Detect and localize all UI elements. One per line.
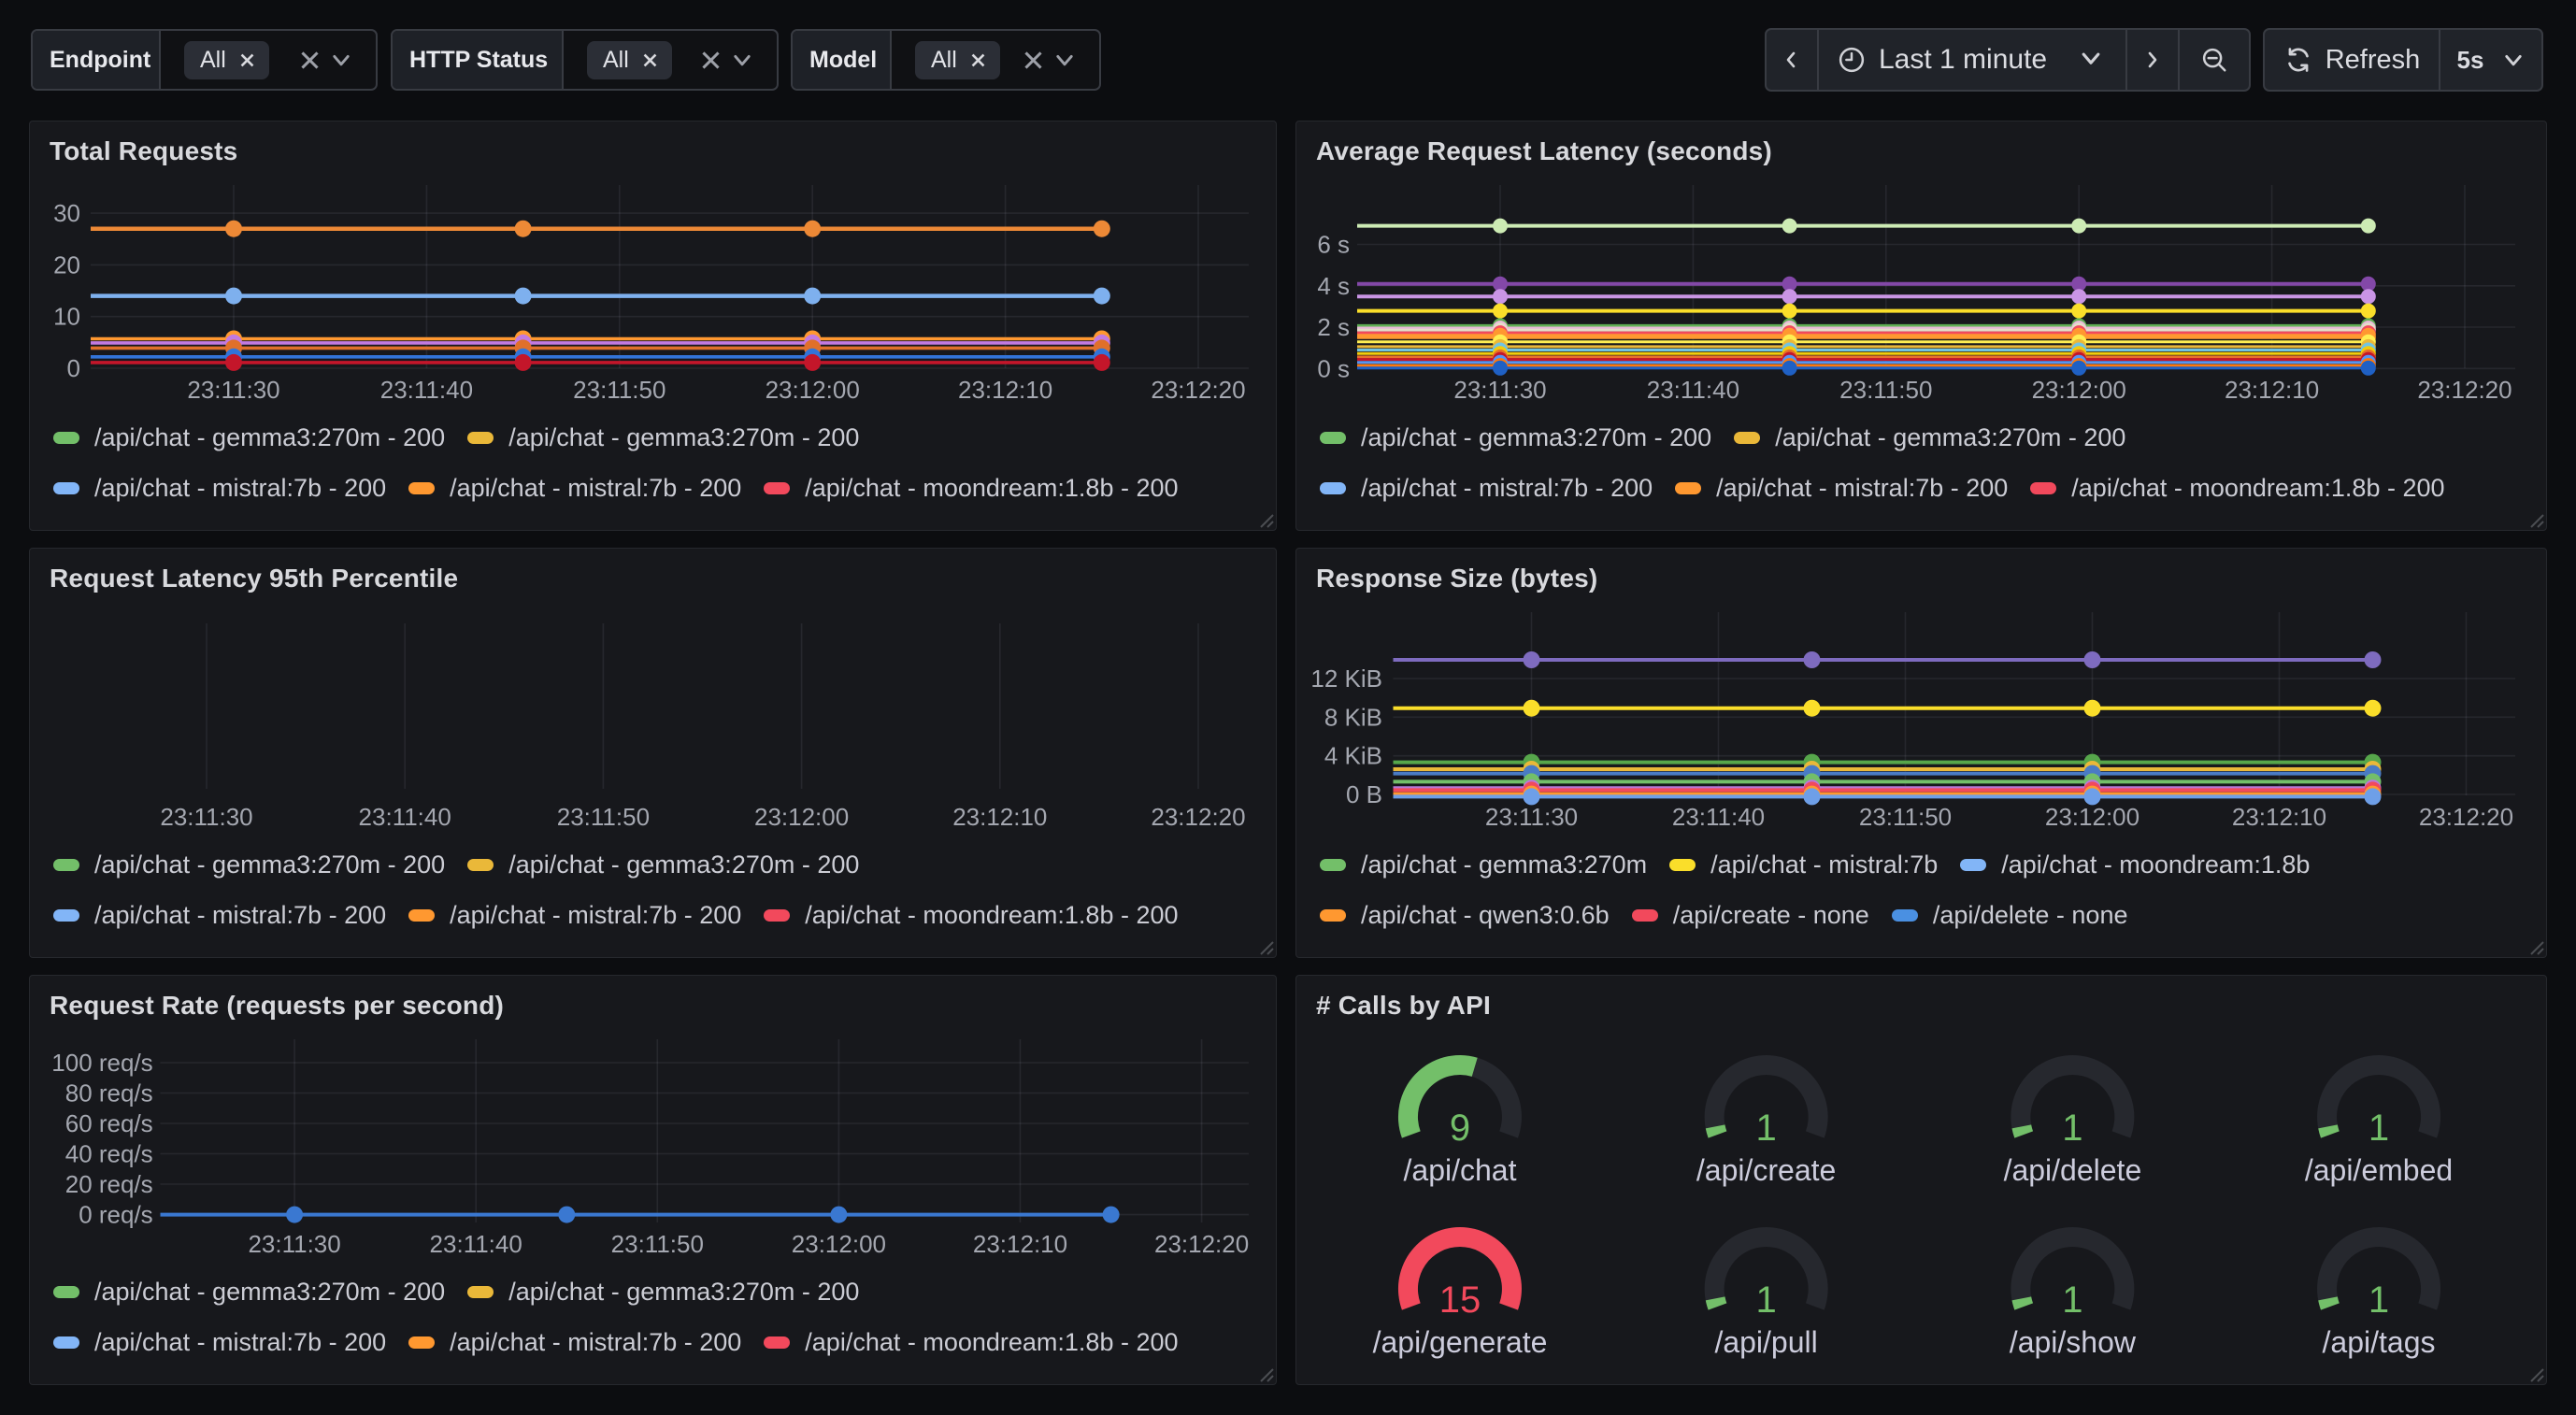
svg-text:1: 1 bbox=[2062, 1108, 2082, 1149]
svg-text:0 s: 0 s bbox=[1317, 354, 1350, 382]
svg-text:/api/generate: /api/generate bbox=[1373, 1325, 1548, 1359]
svg-text:23:12:20: 23:12:20 bbox=[1151, 376, 1245, 404]
svg-text:/api/pull: /api/pull bbox=[1714, 1325, 1817, 1359]
svg-text:23:12:10: 23:12:10 bbox=[2225, 376, 2319, 404]
svg-text:23:12:00: 23:12:00 bbox=[792, 1230, 886, 1258]
svg-text:23:12:10: 23:12:10 bbox=[958, 376, 1052, 404]
svg-text:23:11:50: 23:11:50 bbox=[1859, 803, 1952, 831]
svg-text:23:12:20: 23:12:20 bbox=[2419, 803, 2513, 831]
svg-text:60 req/s: 60 req/s bbox=[65, 1109, 153, 1137]
svg-text:23:12:00: 23:12:00 bbox=[2045, 803, 2140, 831]
svg-text:20: 20 bbox=[53, 250, 80, 279]
svg-text:12 KiB: 12 KiB bbox=[1310, 665, 1382, 693]
svg-text:9: 9 bbox=[1450, 1108, 1470, 1149]
svg-text:23:11:40: 23:11:40 bbox=[430, 1230, 522, 1258]
svg-text:23:12:10: 23:12:10 bbox=[973, 1230, 1067, 1258]
svg-text:23:11:40: 23:11:40 bbox=[1672, 803, 1765, 831]
svg-text:23:12:00: 23:12:00 bbox=[2032, 376, 2126, 404]
svg-text:/api/create: /api/create bbox=[1696, 1153, 1836, 1187]
svg-text:23:12:00: 23:12:00 bbox=[754, 803, 849, 831]
svg-text:/api/delete: /api/delete bbox=[2004, 1153, 2142, 1187]
svg-text:23:11:40: 23:11:40 bbox=[380, 376, 473, 404]
svg-text:100 req/s: 100 req/s bbox=[51, 1049, 152, 1077]
svg-text:23:11:50: 23:11:50 bbox=[573, 376, 665, 404]
svg-text:30: 30 bbox=[53, 199, 80, 227]
svg-text:23:11:30: 23:11:30 bbox=[1453, 376, 1546, 404]
svg-text:4 s: 4 s bbox=[1317, 272, 1350, 300]
svg-text:/api/embed: /api/embed bbox=[2305, 1153, 2453, 1187]
svg-text:23:11:30: 23:11:30 bbox=[248, 1230, 340, 1258]
svg-text:23:11:50: 23:11:50 bbox=[611, 1230, 704, 1258]
svg-text:0: 0 bbox=[67, 354, 80, 382]
svg-text:20 req/s: 20 req/s bbox=[65, 1170, 153, 1198]
svg-text:1: 1 bbox=[2062, 1279, 2082, 1321]
svg-text:1: 1 bbox=[2368, 1279, 2389, 1321]
svg-text:23:12:10: 23:12:10 bbox=[2232, 803, 2326, 831]
svg-text:80 req/s: 80 req/s bbox=[65, 1079, 153, 1108]
svg-text:23:11:30: 23:11:30 bbox=[160, 803, 252, 831]
svg-text:23:11:30: 23:11:30 bbox=[187, 376, 279, 404]
svg-text:6 s: 6 s bbox=[1317, 231, 1350, 259]
svg-text:23:11:50: 23:11:50 bbox=[1839, 376, 1932, 404]
svg-text:23:11:30: 23:11:30 bbox=[1485, 803, 1578, 831]
svg-text:1: 1 bbox=[1755, 1279, 1776, 1321]
svg-text:40 req/s: 40 req/s bbox=[65, 1140, 153, 1168]
svg-text:2 s: 2 s bbox=[1317, 313, 1350, 341]
svg-text:23:12:10: 23:12:10 bbox=[952, 803, 1047, 831]
svg-text:23:11:40: 23:11:40 bbox=[359, 803, 451, 831]
svg-text:1: 1 bbox=[2368, 1108, 2389, 1149]
svg-text:4 KiB: 4 KiB bbox=[1324, 742, 1382, 770]
svg-text:/api/chat: /api/chat bbox=[1404, 1153, 1517, 1187]
svg-text:/api/tags: /api/tags bbox=[2323, 1325, 2436, 1359]
svg-text:/api/show: /api/show bbox=[2010, 1325, 2137, 1359]
svg-text:0 B: 0 B bbox=[1346, 780, 1382, 808]
svg-text:23:12:00: 23:12:00 bbox=[766, 376, 860, 404]
svg-text:23:12:20: 23:12:20 bbox=[1151, 803, 1245, 831]
svg-text:15: 15 bbox=[1439, 1279, 1481, 1321]
svg-text:23:11:50: 23:11:50 bbox=[557, 803, 650, 831]
svg-text:8 KiB: 8 KiB bbox=[1324, 703, 1382, 731]
svg-text:23:11:40: 23:11:40 bbox=[1647, 376, 1739, 404]
svg-text:23:12:20: 23:12:20 bbox=[2417, 376, 2512, 404]
svg-text:0 req/s: 0 req/s bbox=[79, 1201, 153, 1229]
svg-text:1: 1 bbox=[1755, 1108, 1776, 1149]
svg-text:23:12:20: 23:12:20 bbox=[1154, 1230, 1249, 1258]
svg-text:10: 10 bbox=[53, 303, 80, 331]
